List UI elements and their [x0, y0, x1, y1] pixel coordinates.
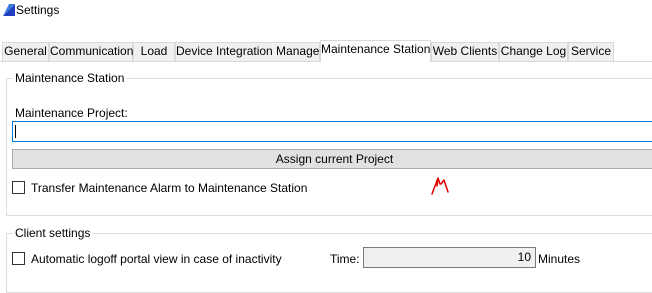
tab-load[interactable]: Load: [133, 42, 175, 61]
maintenance-project-label: Maintenance Project:: [15, 106, 128, 120]
transfer-alarm-label: Transfer Maintenance Alarm to Maintenanc…: [31, 181, 308, 195]
time-label: Time:: [330, 252, 360, 266]
tab-strip: General Communication Load Device Integr…: [0, 40, 652, 62]
text-caret: [15, 125, 16, 138]
tab-web-clients[interactable]: Web Clients: [431, 42, 499, 61]
assign-current-project-button[interactable]: Assign current Project: [12, 149, 652, 169]
window-title: Settings: [16, 3, 60, 17]
tab-maintenance-station[interactable]: Maintenance Station: [320, 40, 431, 62]
maintenance-station-group-title: Maintenance Station: [13, 71, 127, 85]
title-bar: Settings: [0, 0, 652, 24]
tab-device-integration-manager[interactable]: Device Integration Manager: [175, 42, 323, 61]
transfer-alarm-checkbox[interactable]: [12, 181, 25, 194]
auto-logoff-checkbox[interactable]: [12, 252, 25, 265]
maintenance-project-input[interactable]: [12, 121, 652, 142]
client-settings-group-title: Client settings: [13, 226, 93, 240]
auto-logoff-label: Automatic logoff portal view in case of …: [31, 252, 282, 266]
tab-communication[interactable]: Communication: [49, 42, 133, 61]
time-input[interactable]: 10: [363, 247, 536, 268]
app-icon: [3, 4, 15, 16]
maintenance-station-group: Maintenance Station: [6, 71, 652, 216]
red-arrow-annotation: [431, 177, 449, 195]
tab-service[interactable]: Service: [568, 42, 614, 61]
time-unit-label: Minutes: [538, 252, 581, 266]
tab-change-log[interactable]: Change Log: [499, 42, 568, 61]
tab-general[interactable]: General: [2, 42, 49, 61]
